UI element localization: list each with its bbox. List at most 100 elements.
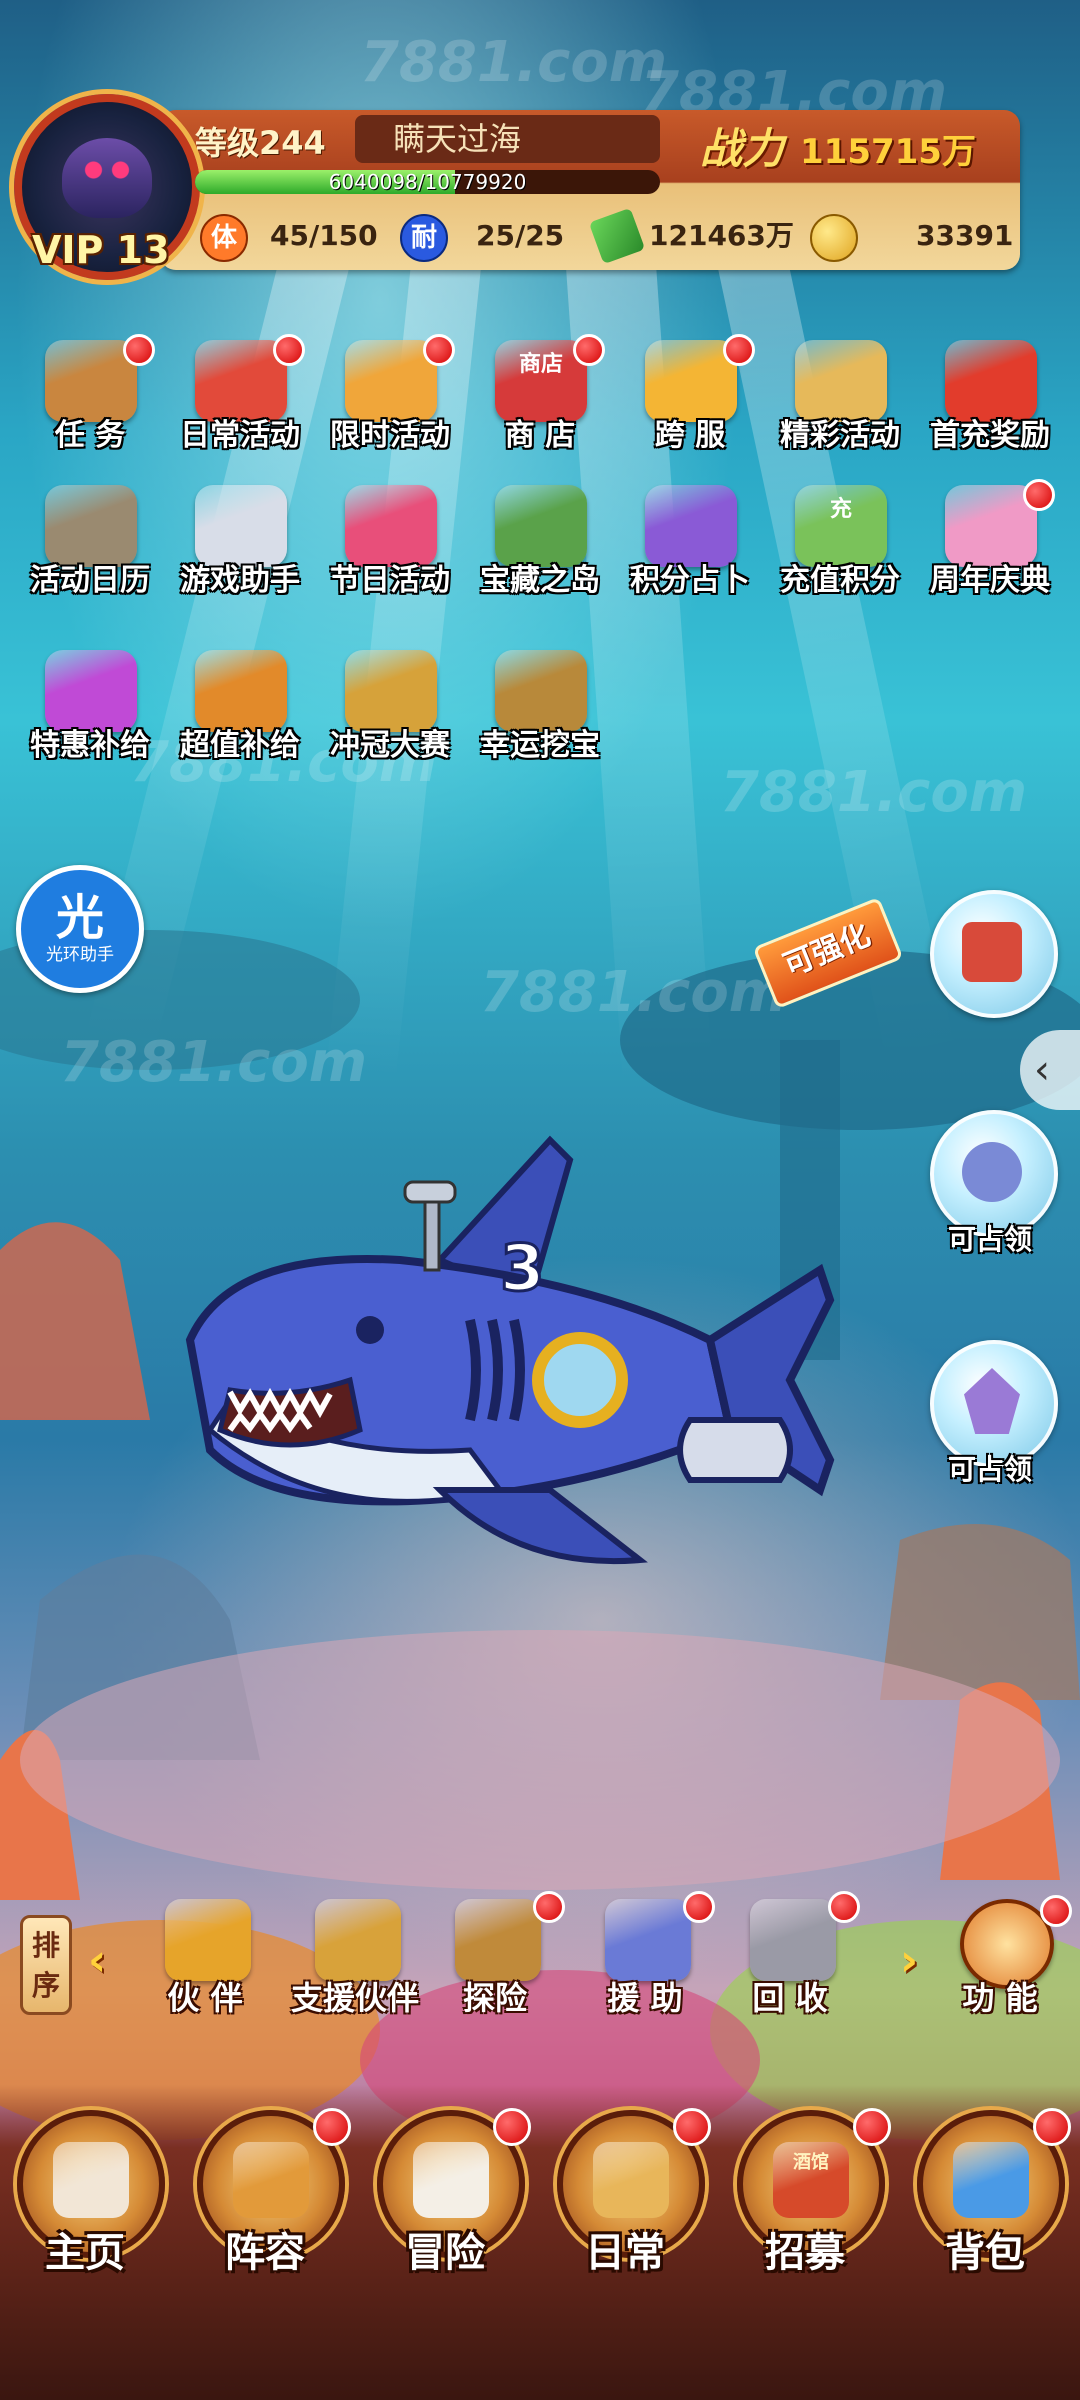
nav-adventure-button[interactable]: 冒险 — [365, 2108, 531, 2310]
function-explore-button[interactable]: 探险 — [425, 1891, 565, 2035]
nav-lineup-button[interactable]: 阵容 — [185, 2108, 351, 2310]
halo-assistant-button[interactable]: 光 光环助手 — [16, 865, 144, 993]
activity-label: 首充奖励 — [930, 418, 1050, 453]
endurance-icon: 耐 — [400, 214, 448, 262]
crystal-icon — [964, 1368, 1020, 1434]
function-partner-button[interactable]: 伙 伴 — [135, 1895, 275, 2035]
periscope-top — [403, 1180, 457, 1204]
stamina-resource[interactable]: 体 45/150 — [200, 214, 390, 262]
activity-featured-event-button[interactable]: 精彩活动 — [765, 340, 915, 470]
cash-value: 121463万 — [649, 219, 794, 252]
partner-icon — [165, 1899, 251, 1981]
activity-game-assistant-button[interactable]: 游戏助手 — [165, 485, 315, 615]
activity-first-recharge-button[interactable]: 首充奖励 — [915, 340, 1065, 470]
side-occupy-label-2: 可占领 — [947, 1453, 1032, 1486]
stamina-value: 45/150 — [270, 219, 378, 252]
function-bar: 排序 ‹ 伙 伴 支援伙伴 探险 援 助 回 收 › 功 能 — [20, 1891, 1072, 2035]
player-level: 等级244 — [195, 124, 326, 162]
shark-submarine[interactable]: 3 — [170, 1130, 900, 1630]
coin-value: 33391 — [916, 219, 1014, 252]
notification-dot — [828, 1891, 860, 1923]
nav-label: 主页 — [45, 2230, 125, 2276]
function-recycle-button[interactable]: 回 收 — [720, 1891, 860, 2035]
activity-label: 游戏助手 — [180, 563, 300, 598]
function-label: 支援伙伴 — [290, 1979, 419, 2017]
adventure-icon — [413, 2142, 489, 2218]
notification-dot — [673, 2108, 711, 2146]
activity-crown-contest-button[interactable]: 冲冠大赛 — [315, 650, 465, 780]
activity-label: 超值补给 — [180, 728, 300, 763]
activity-recharge-points-button[interactable]: 充充值积分 — [765, 485, 915, 615]
activity-task-button[interactable]: 任 务 — [15, 334, 165, 470]
scroll-right-arrow[interactable]: › — [900, 1935, 918, 1986]
activity-label: 特惠补给 — [30, 728, 150, 763]
shark-eye — [356, 1316, 384, 1344]
activity-daily-event-button[interactable]: 日常活动 — [165, 334, 315, 470]
activity-label: 活动日历 — [30, 563, 150, 598]
notification-dot — [723, 334, 755, 366]
function-aid-button[interactable]: 援 助 — [575, 1891, 715, 2035]
activity-anniversary-button[interactable]: 周年庆典 — [915, 479, 1065, 615]
activity-points-divination-button[interactable]: 积分占卜 — [615, 485, 765, 615]
nav-backpack-button[interactable]: 背包 — [905, 2108, 1071, 2310]
notification-dot — [533, 1891, 565, 1923]
nav-label: 招募 — [765, 2230, 845, 2276]
coin-resource[interactable]: 33391 — [810, 214, 1020, 262]
backpack-icon — [953, 2142, 1029, 2218]
activity-event-calendar-button[interactable]: 活动日历 — [15, 485, 165, 615]
sort-button[interactable]: 排序 — [20, 1915, 72, 2015]
activity-label: 宝藏之岛 — [480, 563, 600, 598]
activity-label: 积分占卜 — [630, 563, 750, 598]
shark-number: 3 — [500, 1232, 545, 1306]
activity-label: 跨 服 — [654, 418, 726, 453]
exp-text: 6040098/10779920 — [328, 170, 527, 194]
function-label: 回 收 — [752, 1979, 828, 2017]
notification-dot — [1033, 2108, 1071, 2146]
endurance-resource[interactable]: 耐 25/25 — [400, 214, 590, 262]
notification-dot — [273, 334, 305, 366]
activity-label: 幸运挖宝 — [480, 728, 600, 763]
shark-porthole — [532, 1332, 628, 1428]
halo-assistant-icon: 光 — [55, 890, 104, 946]
nav-recruit-button[interactable]: 酒馆招募 — [725, 2108, 891, 2310]
scroll-left-arrow[interactable]: ‹ — [88, 1935, 106, 1986]
nav-daily-button[interactable]: 日常 — [545, 2108, 711, 2310]
cash-icon — [588, 207, 646, 265]
activity-treasure-island-button[interactable]: 宝藏之岛 — [465, 485, 615, 615]
icon-sign: 酒馆 — [793, 2152, 829, 2173]
player-name: 瞒天过海 — [355, 115, 660, 163]
activity-limited-event-button[interactable]: 限时活动 — [315, 334, 465, 470]
activity-label: 充值积分 — [780, 563, 900, 598]
game-stage: 7881.com 7881.com 7881.com 7881.com 7881… — [0, 0, 1080, 2400]
notification-dot — [123, 334, 155, 366]
function-label: 伙 伴 — [167, 1979, 243, 2017]
icon-sign: 充 — [829, 497, 852, 522]
activity-special-supply-button[interactable]: 特惠补给 — [15, 650, 165, 780]
notification-dot — [1040, 1895, 1072, 1927]
activity-label: 周年庆典 — [930, 563, 1050, 598]
activity-festival-event-button[interactable]: 节日活动 — [315, 485, 465, 615]
support-partner-icon — [315, 1899, 401, 1981]
coin-icon — [810, 214, 858, 262]
function-label: 探险 — [462, 1979, 527, 2017]
cash-resource[interactable]: 121463万 — [588, 207, 795, 265]
daily-icon — [593, 2142, 669, 2218]
nav-label: 阵容 — [225, 2230, 305, 2276]
avatar-portrait — [62, 138, 152, 218]
function-support-partner-button[interactable]: 支援伙伴 — [285, 1895, 425, 2035]
power-value: 115715万 — [800, 132, 976, 172]
nav-label: 日常 — [585, 2230, 665, 2276]
activity-lucky-dig-button[interactable]: 幸运挖宝 — [465, 650, 615, 780]
stamina-icon: 体 — [200, 214, 248, 262]
side-event-button[interactable] — [930, 890, 1058, 1018]
function-more-button[interactable]: 功 能 — [930, 1895, 1072, 2035]
nav-home-button[interactable]: 主页 — [5, 2110, 165, 2310]
activity-label: 商 店 — [504, 418, 576, 453]
activity-cross-server-button[interactable]: 跨 服 — [615, 334, 765, 470]
bottom-navigation: 主页 阵容 冒险 日常 酒馆 招募 背包 — [0, 2085, 1080, 2400]
activity-value-supply-button[interactable]: 超值补给 — [165, 650, 315, 780]
vip-level[interactable]: VIP 13 — [32, 228, 170, 272]
nav-label: 冒险 — [405, 2230, 485, 2276]
activity-shop-button[interactable]: 商店商 店 — [465, 334, 615, 470]
activity-label: 限时活动 — [330, 418, 450, 453]
